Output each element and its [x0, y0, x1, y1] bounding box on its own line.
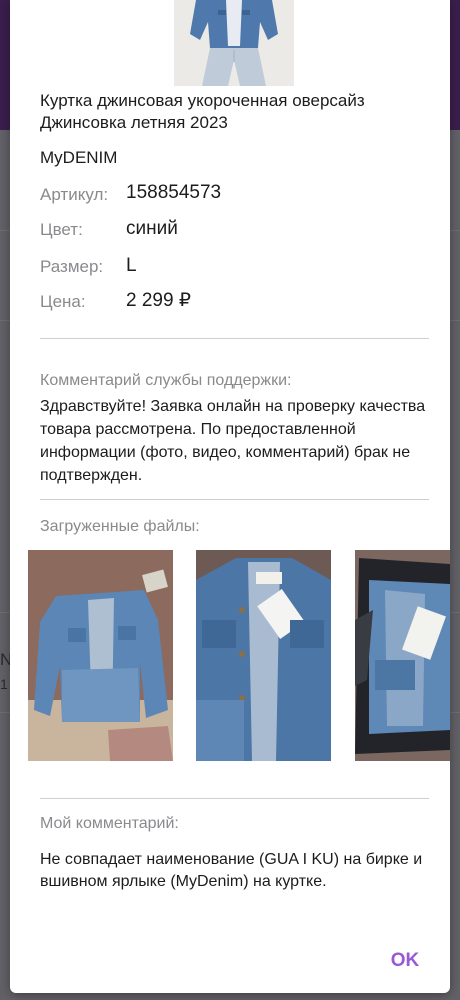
article-label: Артикул:	[40, 185, 109, 204]
section-divider	[40, 338, 429, 339]
claim-details-dialog: Куртка джинсовая укороченная оверсайз Дж…	[10, 0, 450, 993]
color-label: Цвет:	[40, 220, 83, 239]
article-value: 158854573	[126, 182, 222, 203]
my-comment-text: Не совпадает наименование (GUA I KU) на …	[40, 851, 423, 890]
size-label: Размер:	[40, 257, 104, 276]
product-title: Куртка джинсовая укороченная оверсайз Дж…	[40, 91, 365, 132]
support-comment-label: Комментарий службы поддержки:	[40, 372, 292, 389]
ok-button[interactable]: OK	[380, 950, 430, 976]
background-peek-text: 1	[0, 676, 8, 692]
section-divider	[40, 499, 429, 500]
price-label: Цена:	[40, 292, 86, 311]
uploaded-photo[interactable]	[28, 550, 173, 761]
price-value: 2 299 ₽	[126, 290, 191, 311]
product-image	[174, 0, 294, 86]
uploaded-photo[interactable]	[355, 550, 450, 761]
product-brand: MyDENIM	[40, 148, 118, 167]
my-comment-label: Мой комментарий:	[40, 815, 179, 832]
support-comment-text: Здравствуйте! Заявка онлайн на проверку …	[40, 398, 426, 484]
section-divider	[40, 798, 429, 799]
color-value: синий	[126, 218, 178, 239]
uploaded-photo[interactable]	[196, 550, 331, 761]
uploaded-files-label: Загруженные файлы:	[40, 518, 200, 535]
size-value: L	[126, 255, 137, 276]
